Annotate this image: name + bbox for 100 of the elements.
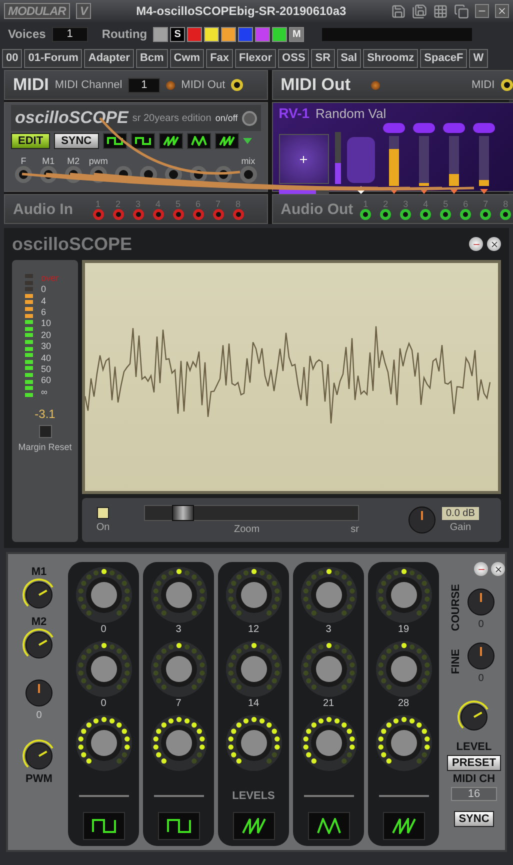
- jack[interactable]: [500, 79, 513, 91]
- preset-tab[interactable]: Adapter: [84, 48, 134, 68]
- on-label: On: [96, 522, 110, 533]
- square-wave-icon: [92, 818, 116, 834]
- module-title: Audio Out: [280, 200, 353, 218]
- routing-swatch[interactable]: S: [170, 26, 186, 42]
- sync-button[interactable]: SYNC: [454, 811, 494, 828]
- led-ring-knob[interactable]: [374, 714, 432, 772]
- copy-icon[interactable]: [454, 4, 469, 18]
- close-button[interactable]: [487, 237, 501, 251]
- wave-button[interactable]: [102, 133, 127, 149]
- minimize-button[interactable]: [469, 237, 483, 251]
- preset-tab[interactable]: Fax: [206, 48, 234, 68]
- dropdown-triangle-icon[interactable]: [242, 138, 252, 144]
- knob-value: 21: [322, 698, 334, 709]
- knob-value: 0: [100, 624, 106, 635]
- power-switch[interactable]: [242, 110, 257, 126]
- jack[interactable]: [420, 208, 432, 220]
- port-number: 2: [115, 198, 120, 208]
- preset-tab[interactable]: Flexor: [235, 48, 276, 68]
- slider-cap[interactable]: [412, 123, 435, 133]
- led-ring-knob[interactable]: [150, 714, 208, 772]
- preset-tab[interactable]: Bcm: [136, 48, 168, 68]
- port-number: 6: [463, 198, 468, 208]
- preset-tab[interactable]: 00: [2, 48, 22, 68]
- midi-channel-field[interactable]: 1: [128, 78, 160, 92]
- wave-button[interactable]: [130, 133, 155, 149]
- midi-ch-field[interactable]: 16: [451, 787, 497, 802]
- knob-value: 0: [100, 698, 106, 709]
- routing-swatch[interactable]: [272, 26, 288, 42]
- window-title: M4-oscilloSCOPEbig-SR-20190610a3: [135, 4, 348, 18]
- jack[interactable]: [460, 208, 472, 220]
- on-toggle[interactable]: [97, 507, 109, 519]
- wave-button[interactable]: [186, 133, 211, 149]
- wave-display[interactable]: [382, 812, 424, 840]
- knob-label: M1: [31, 566, 47, 578]
- module-subtitle: sr 20years edition: [132, 112, 212, 124]
- jack[interactable]: [360, 208, 372, 220]
- scope-title: oscilloSCOPE: [12, 234, 134, 254]
- wave-display[interactable]: [82, 812, 124, 840]
- wave-display[interactable]: [232, 812, 274, 840]
- slider-thumb[interactable]: [172, 505, 194, 521]
- routing-swatch[interactable]: [187, 26, 202, 42]
- preset-tab[interactable]: SpaceF: [420, 48, 468, 68]
- save-icon[interactable]: [391, 4, 406, 18]
- slider-track[interactable]: [388, 136, 399, 186]
- preset-tab[interactable]: 01-Forum: [24, 48, 82, 68]
- led-ring-knob[interactable]: [300, 714, 358, 772]
- slider-track[interactable]: [418, 136, 429, 186]
- meter-scale-label: 10: [41, 319, 52, 328]
- jack[interactable]: [400, 208, 412, 220]
- preset-tab[interactable]: W: [469, 48, 488, 68]
- triangle-wave-icon: [316, 818, 340, 834]
- jack[interactable]: [500, 208, 512, 220]
- module-button[interactable]: SYNC: [54, 133, 99, 149]
- app-logo-badge: V: [76, 3, 92, 19]
- jack[interactable]: [380, 208, 392, 220]
- routing-swatch[interactable]: [238, 26, 254, 42]
- voices-field[interactable]: 1: [52, 26, 88, 42]
- routing-swatch[interactable]: M: [289, 26, 304, 42]
- led-ring-knob[interactable]: [74, 714, 132, 772]
- sr-label: sr: [350, 524, 359, 535]
- jack-label: M2: [67, 156, 80, 166]
- slider-cap[interactable]: [472, 123, 495, 133]
- grid-icon[interactable]: [433, 4, 448, 18]
- preset-button[interactable]: PRESET: [446, 755, 501, 772]
- port-number: 3: [135, 198, 140, 208]
- wave-button[interactable]: [214, 133, 239, 149]
- preset-tab[interactable]: Shroomz: [363, 48, 418, 68]
- save-all-icon[interactable]: [412, 4, 427, 18]
- wave-display[interactable]: [158, 812, 200, 840]
- jack[interactable]: [231, 79, 244, 91]
- meter-reading: -3.1: [34, 406, 56, 421]
- jack[interactable]: [440, 208, 452, 220]
- led-ring-knob[interactable]: [224, 714, 282, 772]
- slider-cap[interactable]: [382, 123, 405, 133]
- jack[interactable]: [480, 208, 492, 220]
- routing-swatch[interactable]: [204, 26, 220, 42]
- preset-tab[interactable]: OSS: [278, 48, 310, 68]
- preset-tab[interactable]: SR: [311, 48, 335, 68]
- preset-tab[interactable]: Cwm: [170, 48, 204, 68]
- port-number: 5: [175, 198, 180, 208]
- jack[interactable]: [14, 166, 32, 183]
- wave-button[interactable]: [158, 133, 183, 149]
- slider-cap[interactable]: [442, 123, 465, 133]
- close-button[interactable]: [491, 562, 505, 576]
- reset-button[interactable]: [38, 424, 52, 438]
- routing-swatch[interactable]: [255, 26, 270, 42]
- jack-label: M1: [42, 156, 55, 166]
- jack-label: F: [20, 156, 26, 166]
- module-button[interactable]: EDIT: [11, 133, 50, 149]
- wave-display[interactable]: [308, 812, 350, 840]
- slider-track[interactable]: [478, 136, 489, 186]
- preset-tab[interactable]: Sal: [336, 48, 362, 68]
- routing-swatch[interactable]: [221, 26, 236, 42]
- gain-field[interactable]: 0.0 dB: [442, 507, 479, 520]
- zoom-slider[interactable]: [144, 505, 359, 521]
- routing-swatch[interactable]: [153, 26, 168, 42]
- status-led: [166, 80, 176, 90]
- slider-track[interactable]: [448, 136, 459, 186]
